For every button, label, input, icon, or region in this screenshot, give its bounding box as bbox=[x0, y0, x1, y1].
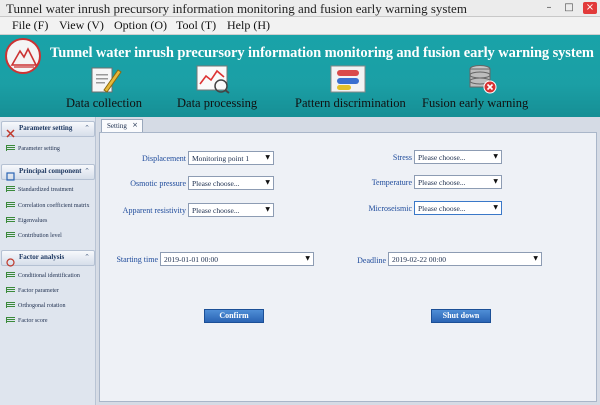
section-title: Principal component bbox=[19, 167, 82, 175]
list-icon bbox=[6, 217, 15, 223]
main-area: Setting × Displacement Monitoring point … bbox=[97, 117, 600, 405]
maximize-button[interactable]: □ bbox=[563, 2, 575, 14]
database-warning-icon bbox=[468, 64, 498, 99]
list-icon bbox=[6, 272, 15, 278]
list-icon bbox=[6, 302, 15, 308]
section-title: Parameter setting bbox=[19, 124, 73, 132]
sidebar-item-correlation-matrix[interactable]: Correlation coefficient matrix bbox=[6, 202, 90, 209]
title-bar: Tunnel water inrush precursory informati… bbox=[0, 0, 600, 17]
confirm-button[interactable]: Confirm bbox=[204, 309, 264, 323]
app-title: Tunnel water inrush precursory informati… bbox=[50, 45, 594, 61]
list-icon bbox=[6, 317, 15, 323]
module-label: Data collection bbox=[66, 96, 143, 110]
chevron-up-icon[interactable]: ⌃ bbox=[84, 167, 90, 175]
close-button[interactable]: × bbox=[583, 2, 597, 14]
menu-view[interactable]: View (V) bbox=[59, 18, 104, 33]
starting-time-picker[interactable]: 2019-01-01 00:00 ▼ bbox=[160, 252, 314, 266]
menu-file[interactable]: File (F) bbox=[12, 18, 48, 33]
analysis-icon bbox=[6, 254, 15, 267]
chevron-down-icon: ▼ bbox=[493, 204, 498, 211]
sidebar-item-orthogonal-rotation[interactable]: Orthogonal rotation bbox=[6, 302, 66, 309]
menu-bar: File (F) View (V) Option (O) Tool (T) He… bbox=[0, 17, 600, 35]
capsule-cards-icon bbox=[328, 64, 370, 99]
osmotic-pressure-select[interactable]: Please choose... ▼ bbox=[188, 176, 274, 190]
module-label: Pattern discrimination bbox=[295, 96, 406, 110]
section-parameter-setting[interactable]: Parameter setting ⌃ bbox=[1, 121, 95, 138]
chevron-down-icon: ▼ bbox=[493, 178, 498, 185]
window-title: Tunnel water inrush precursory informati… bbox=[6, 1, 467, 16]
chevron-down-icon: ▼ bbox=[265, 179, 270, 186]
chevron-down-icon: ▼ bbox=[265, 154, 270, 161]
tab-setting[interactable]: Setting × bbox=[101, 119, 143, 133]
displacement-select[interactable]: Monitoring point 1 ▼ bbox=[188, 151, 274, 165]
settings-panel: Displacement Monitoring point 1 ▼ Osmoti… bbox=[99, 132, 597, 402]
chart-analysis-icon bbox=[195, 64, 231, 99]
tab-label: Setting bbox=[107, 122, 127, 130]
sidebar-item-factor-score[interactable]: Factor score bbox=[6, 317, 48, 324]
logo-icon bbox=[5, 38, 41, 74]
sidebar-item-contribution-level[interactable]: Contribution level bbox=[6, 232, 62, 239]
section-title: Factor analysis bbox=[19, 253, 65, 261]
list-icon bbox=[6, 202, 15, 208]
stress-select[interactable]: Please choose... ▼ bbox=[414, 150, 502, 164]
component-icon bbox=[6, 168, 15, 181]
chevron-down-icon: ▼ bbox=[305, 255, 310, 262]
section-principal-component[interactable]: Principal component ⌃ bbox=[1, 164, 95, 181]
apparent-resistivity-label: Apparent resistivity bbox=[122, 206, 186, 215]
chevron-up-icon[interactable]: ⌃ bbox=[84, 253, 90, 261]
sidebar-item-parameter-setting[interactable]: Parameter setting bbox=[6, 145, 60, 152]
sidebar-item-eigenvalues[interactable]: Eigenvalues bbox=[6, 217, 47, 224]
list-icon bbox=[6, 145, 15, 151]
tools-icon bbox=[6, 125, 15, 138]
module-label: Data processing bbox=[177, 96, 258, 110]
temperature-label: Temperature bbox=[371, 178, 412, 187]
chevron-down-icon: ▼ bbox=[265, 206, 270, 213]
sidebar-item-standardized-treatment[interactable]: Standardized treatment bbox=[6, 186, 73, 193]
left-sidebar: Parameter setting ⌃ Parameter setting Pr… bbox=[0, 117, 96, 405]
menu-tool[interactable]: Tool (T) bbox=[176, 18, 216, 33]
displacement-label: Displacement bbox=[142, 154, 186, 163]
chevron-down-icon: ▼ bbox=[493, 153, 498, 160]
osmotic-pressure-label: Osmotic pressure bbox=[130, 179, 186, 188]
microseismic-label: Microseismic bbox=[368, 204, 412, 213]
sidebar-item-conditional-identification[interactable]: Conditional identification bbox=[6, 272, 80, 279]
microseismic-select[interactable]: Please choose... ▼ bbox=[414, 201, 502, 215]
list-icon bbox=[6, 287, 15, 293]
deadline-picker[interactable]: 2019-02-22 00:00 ▼ bbox=[388, 252, 542, 266]
clipboard-pen-icon bbox=[88, 64, 122, 99]
list-icon bbox=[6, 186, 15, 192]
deadline-label: Deadline bbox=[357, 256, 386, 265]
menu-option[interactable]: Option (O) bbox=[114, 18, 167, 33]
header-banner: Tunnel water inrush precursory informati… bbox=[0, 35, 600, 117]
module-label: Fusion early warning bbox=[422, 96, 529, 110]
minimize-button[interactable]: – bbox=[543, 2, 555, 14]
starting-time-label: Starting time bbox=[116, 255, 158, 264]
chevron-up-icon[interactable]: ⌃ bbox=[84, 124, 90, 132]
menu-help[interactable]: Help (H) bbox=[227, 18, 270, 33]
apparent-resistivity-select[interactable]: Please choose... ▼ bbox=[188, 203, 274, 217]
close-icon[interactable]: × bbox=[132, 121, 138, 129]
window-controls: – □ × bbox=[543, 2, 597, 14]
temperature-select[interactable]: Please choose... ▼ bbox=[414, 175, 502, 189]
section-factor-analysis[interactable]: Factor analysis ⌃ bbox=[1, 250, 95, 267]
chevron-down-icon: ▼ bbox=[533, 255, 538, 262]
list-icon bbox=[6, 232, 15, 238]
stress-label: Stress bbox=[392, 153, 412, 162]
shutdown-button[interactable]: Shut down bbox=[431, 309, 491, 323]
sidebar-item-factor-parameter[interactable]: Factor parameter bbox=[6, 287, 59, 294]
